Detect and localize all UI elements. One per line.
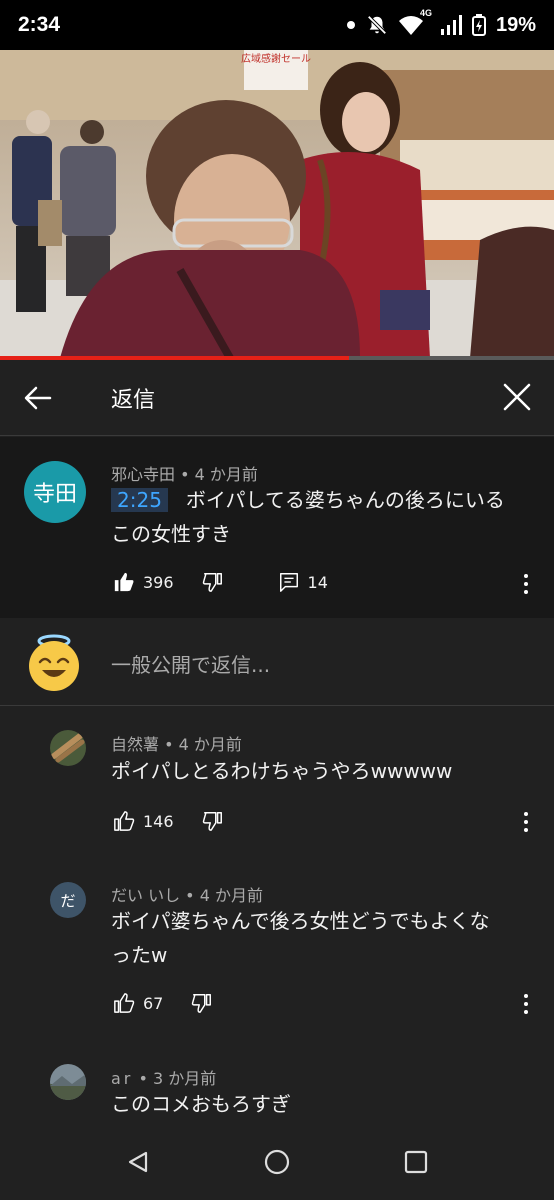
dislike-icon[interactable]	[191, 992, 213, 1014]
reply-actions: 146	[113, 810, 224, 832]
meta-separator: •	[133, 1069, 153, 1088]
dislike-icon[interactable]	[202, 810, 224, 832]
comment-actions: 396 14	[113, 571, 328, 593]
like-filled-icon[interactable]	[113, 571, 135, 593]
avatar-text: だ	[60, 891, 76, 910]
more-options-icon[interactable]	[516, 572, 536, 596]
meta-separator: •	[159, 735, 179, 754]
comment-line-2: この女性すき	[111, 522, 231, 546]
like-count: 146	[143, 811, 174, 831]
add-reply-row[interactable]: 一般公開で返信...	[0, 618, 554, 706]
more-options-icon[interactable]	[516, 992, 536, 1016]
reply-comment-icon[interactable]	[278, 571, 300, 593]
comment-time: 4 か月前	[194, 465, 258, 484]
reply-input[interactable]: 一般公開で返信...	[111, 649, 270, 678]
avatar[interactable]: 寺田	[24, 461, 86, 523]
nav-back-icon[interactable]	[126, 1150, 150, 1174]
avatar-text: 寺田	[32, 482, 77, 507]
more-options-icon[interactable]	[516, 810, 536, 834]
reply-author[interactable]: だい いし	[111, 886, 180, 905]
like-icon[interactable]	[113, 810, 135, 832]
timestamp-link[interactable]: 2:25	[111, 488, 168, 512]
like-count: 67	[143, 993, 164, 1013]
dislike-icon[interactable]	[202, 571, 224, 593]
system-nav-bar	[0, 1124, 554, 1200]
comment-line-1: ボイパしてる婆ちゃんの後ろにいる	[185, 488, 505, 512]
status-bar: 2:34 4G 19%	[0, 0, 554, 50]
nav-home-icon[interactable]	[264, 1149, 290, 1175]
replies-header: 返信	[0, 360, 554, 436]
user-avatar-emoji-icon	[29, 634, 79, 691]
reply-time: 4 か月前	[199, 886, 263, 905]
avatar[interactable]	[50, 1064, 86, 1100]
like-count: 396	[143, 572, 174, 592]
back-arrow-icon[interactable]	[22, 382, 54, 414]
avatar[interactable]	[50, 730, 86, 766]
status-time: 2:34	[18, 13, 61, 36]
landscape-avatar-image	[50, 1064, 86, 1100]
wifi-icon: 4G	[398, 8, 432, 36]
comment-meta: 邪心寺田 • 4 か月前	[111, 461, 258, 485]
reply-author[interactable]: 自然薯	[111, 735, 159, 754]
like-icon[interactable]	[113, 992, 135, 1014]
battery-percent: 19%	[495, 13, 536, 36]
video-player[interactable]: 広域感謝セール	[0, 50, 554, 358]
reply-meta: 自然薯 • 4 か月前	[111, 731, 242, 755]
reply-line-2: ったw	[111, 943, 168, 967]
nav-recents-icon[interactable]	[404, 1150, 428, 1174]
reply-time: 3 か月前	[153, 1069, 217, 1088]
reply-text: このコメおもろすぎ	[111, 1092, 291, 1116]
reply-actions: 67	[113, 992, 213, 1014]
comment-author[interactable]: 邪心寺田	[111, 465, 175, 484]
bell-off-icon	[367, 15, 387, 35]
close-icon[interactable]	[502, 382, 532, 412]
main-comment: 寺田 邪心寺田 • 4 か月前 2:25 ボイパしてる婆ちゃんの後ろにいる この女…	[0, 437, 554, 618]
video-banner: 広域感謝セール	[241, 52, 311, 65]
meta-separator: •	[180, 886, 200, 905]
notification-dot-icon	[346, 21, 355, 29]
reply-text: ポイパしとるわけちゃうやろwwwww	[111, 759, 453, 783]
reply-line-1: ボイパ婆ちゃんで後ろ女性どうでもよくな	[111, 909, 490, 933]
reply-meta: だい いし • 4 か月前	[111, 882, 263, 906]
avatar[interactable]: だ	[50, 882, 86, 918]
reply-count: 14	[307, 572, 328, 592]
reply-meta: ar • 3 か月前	[111, 1065, 216, 1089]
reply-time: 4 か月前	[178, 735, 242, 754]
reply-author[interactable]: ar	[111, 1069, 133, 1088]
signal-icon	[440, 15, 462, 35]
page-title: 返信	[111, 388, 156, 413]
comment-text: 2:25 ボイパしてる婆ちゃんの後ろにいる この女性すき	[111, 483, 505, 551]
yam-avatar-image	[50, 730, 86, 766]
network-type: 4G	[419, 8, 432, 18]
battery-icon	[471, 14, 486, 36]
video-frame: 広域感謝セール	[0, 50, 554, 358]
meta-separator: •	[175, 465, 195, 484]
reply-text: ボイパ婆ちゃんで後ろ女性どうでもよくな ったw	[111, 904, 490, 972]
